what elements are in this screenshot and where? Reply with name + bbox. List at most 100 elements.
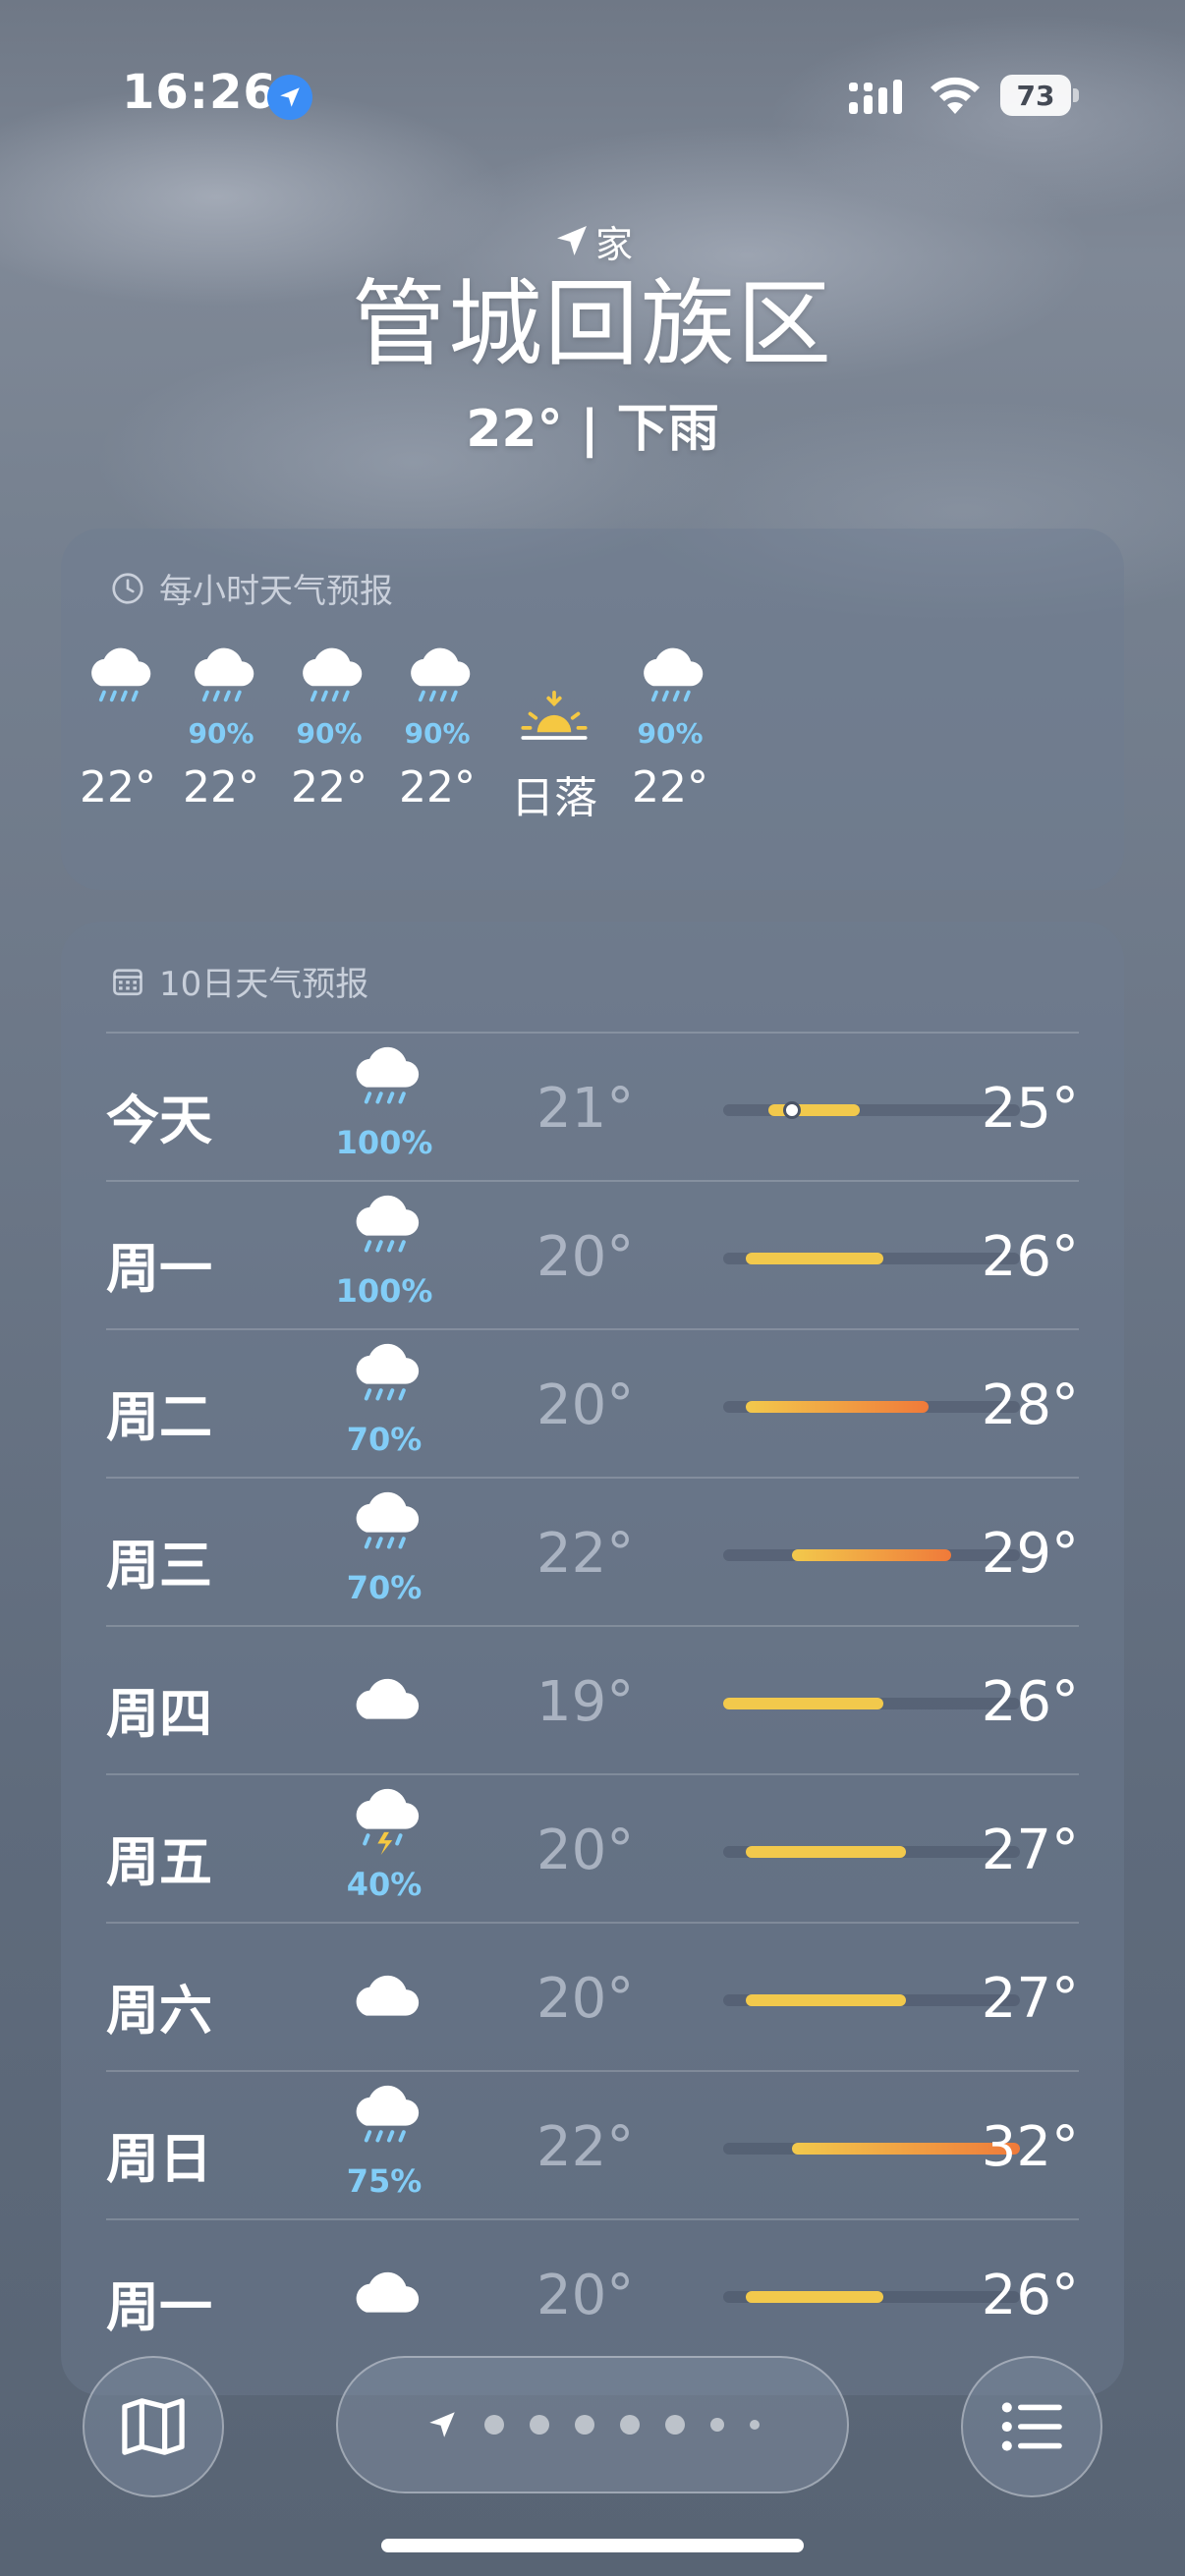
day-name: 周日 bbox=[106, 2128, 212, 2190]
daily-row[interactable]: 周一 20° 26° bbox=[106, 2218, 1079, 2367]
rain-cloud-icon bbox=[340, 2085, 428, 2156]
day-precip-chance: 70% bbox=[346, 1569, 423, 1606]
hourly-precip-chance: 90% bbox=[637, 717, 704, 750]
hourly-temp: 22° bbox=[183, 762, 259, 812]
temp-range-fill bbox=[746, 1846, 906, 1858]
hourly-title: 每小时天气预报 bbox=[159, 572, 393, 611]
day-high-temp: 28° bbox=[981, 1373, 1079, 1437]
page-dot[interactable] bbox=[665, 2415, 685, 2435]
day-high-temp: 27° bbox=[981, 1819, 1079, 1882]
map-button[interactable] bbox=[83, 2356, 224, 2497]
hourly-precip-chance: 90% bbox=[404, 717, 471, 750]
map-icon bbox=[122, 2398, 185, 2455]
hourly-item: 90% 22° bbox=[611, 647, 729, 812]
day-high-temp: 25° bbox=[981, 1077, 1079, 1141]
calendar-icon bbox=[113, 968, 142, 995]
hourly-item: 90% 22° bbox=[378, 647, 496, 812]
day-high-temp: 26° bbox=[981, 1670, 1079, 1734]
hourly-temp: 22° bbox=[80, 762, 156, 812]
day-low-temp: 22° bbox=[536, 2115, 635, 2179]
daily-row[interactable]: 周二 70% 20° 28° bbox=[106, 1328, 1079, 1477]
day-name: 周五 bbox=[106, 1831, 212, 1893]
daily-row[interactable]: 周三 70% 22° 29° bbox=[106, 1477, 1079, 1625]
location-arrow-icon bbox=[556, 226, 587, 255]
daily-row[interactable]: 周四 19° 26° bbox=[106, 1625, 1079, 1773]
day-precip-chance: 100% bbox=[335, 1272, 433, 1310]
rain-cloud-icon bbox=[340, 1343, 428, 1415]
rain-cloud-icon bbox=[340, 1491, 428, 1563]
hourly-temp: 22° bbox=[399, 762, 476, 812]
thunderstorm-icon bbox=[340, 1788, 428, 1860]
page-dot[interactable] bbox=[484, 2415, 504, 2435]
day-precip-chance: 70% bbox=[346, 1421, 423, 1458]
daily-row[interactable]: 周日 75% 22° 32° bbox=[106, 2070, 1079, 2218]
hourly-temp: 22° bbox=[291, 762, 367, 812]
hourly-precip-chance bbox=[61, 717, 177, 755]
day-low-temp: 20° bbox=[536, 2264, 635, 2327]
day-low-temp: 20° bbox=[536, 1225, 635, 1289]
daily-title: 10日天气预报 bbox=[159, 965, 369, 1004]
home-label: 家 bbox=[594, 222, 633, 266]
rain-cloud-icon bbox=[162, 647, 280, 715]
day-low-temp: 20° bbox=[536, 1819, 635, 1882]
rain-cloud-icon bbox=[340, 1195, 428, 1266]
day-low-temp: 20° bbox=[536, 1967, 635, 2031]
hourly-item: 22° bbox=[61, 647, 177, 812]
rain-cloud-icon bbox=[378, 647, 496, 715]
temp-range-fill bbox=[746, 1253, 883, 1264]
sunset-icon bbox=[495, 656, 613, 747]
clock-icon bbox=[112, 572, 143, 604]
day-name: 周一 bbox=[106, 1238, 212, 1300]
page-dot[interactable] bbox=[530, 2415, 549, 2435]
day-high-temp: 26° bbox=[981, 2264, 1079, 2327]
current-temp-marker bbox=[782, 1101, 801, 1119]
current-conditions: 22° | 下雨 bbox=[466, 400, 719, 459]
cloud-icon bbox=[340, 1662, 428, 1731]
day-high-temp: 26° bbox=[981, 1225, 1079, 1289]
day-name: 周二 bbox=[106, 1386, 212, 1448]
rain-cloud-icon bbox=[61, 647, 177, 715]
location-pager[interactable] bbox=[336, 2356, 849, 2493]
daily-row[interactable]: 今天 100% 21° 25° bbox=[106, 1032, 1079, 1180]
day-name: 周一 bbox=[106, 2276, 212, 2338]
battery-indicator: 73 bbox=[1000, 75, 1079, 116]
battery-level: 73 bbox=[1000, 75, 1071, 116]
day-low-temp: 19° bbox=[536, 1670, 635, 1734]
temp-range-fill bbox=[791, 1549, 952, 1561]
status-bar: 16:26 73 bbox=[0, 0, 1185, 196]
daily-row[interactable]: 周五 40% 20° 27° bbox=[106, 1773, 1079, 1922]
status-time: 16:26 bbox=[122, 65, 277, 120]
day-high-temp: 29° bbox=[981, 1522, 1079, 1586]
day-high-temp: 32° bbox=[981, 2115, 1079, 2179]
page-dot[interactable] bbox=[575, 2415, 594, 2435]
day-name: 周四 bbox=[106, 1683, 212, 1745]
location-list-button[interactable] bbox=[961, 2356, 1102, 2497]
rain-cloud-icon bbox=[611, 647, 729, 715]
daily-row[interactable]: 周六 20° 27° bbox=[106, 1922, 1079, 2070]
hourly-forecast-card[interactable]: 每小时天气预报 22° 90% 22° 90% 22° 90% 22° 日落 90% 22° bbox=[61, 529, 1124, 890]
page-dot[interactable] bbox=[710, 2418, 724, 2432]
day-low-temp: 20° bbox=[536, 1373, 635, 1437]
location-header: 家 管城回族区 22° | 下雨 bbox=[0, 216, 1185, 461]
temp-range-fill bbox=[746, 2291, 883, 2303]
day-precip-chance: 75% bbox=[346, 2162, 423, 2200]
day-precip-chance: 40% bbox=[346, 1866, 423, 1903]
cloud-icon bbox=[340, 1959, 428, 2028]
temp-range-fill bbox=[746, 1994, 906, 2006]
page-dot[interactable] bbox=[750, 2420, 760, 2430]
page-dot[interactable] bbox=[620, 2415, 640, 2435]
daily-row[interactable]: 周一 100% 20° 26° bbox=[106, 1180, 1079, 1328]
temp-range-fill bbox=[723, 1698, 883, 1709]
hourly-item: 90% 22° bbox=[270, 647, 388, 812]
hourly-item: 日落 bbox=[495, 656, 613, 823]
day-low-temp: 22° bbox=[536, 1522, 635, 1586]
cellular-signal-icon bbox=[849, 80, 902, 114]
hourly-temp: 22° bbox=[632, 762, 708, 812]
ten-day-forecast-card[interactable]: 10日天气预报 今天 100% 21° 25° 周一 100% 20° 26° 周二 70% 20°… bbox=[61, 922, 1124, 2395]
location-arrow-icon bbox=[267, 75, 312, 120]
cloud-icon bbox=[340, 2256, 428, 2324]
home-indicator[interactable] bbox=[381, 2539, 804, 2552]
list-icon bbox=[1001, 2402, 1062, 2451]
current-location-page-icon[interactable] bbox=[425, 2408, 459, 2441]
rain-cloud-icon bbox=[340, 1046, 428, 1118]
